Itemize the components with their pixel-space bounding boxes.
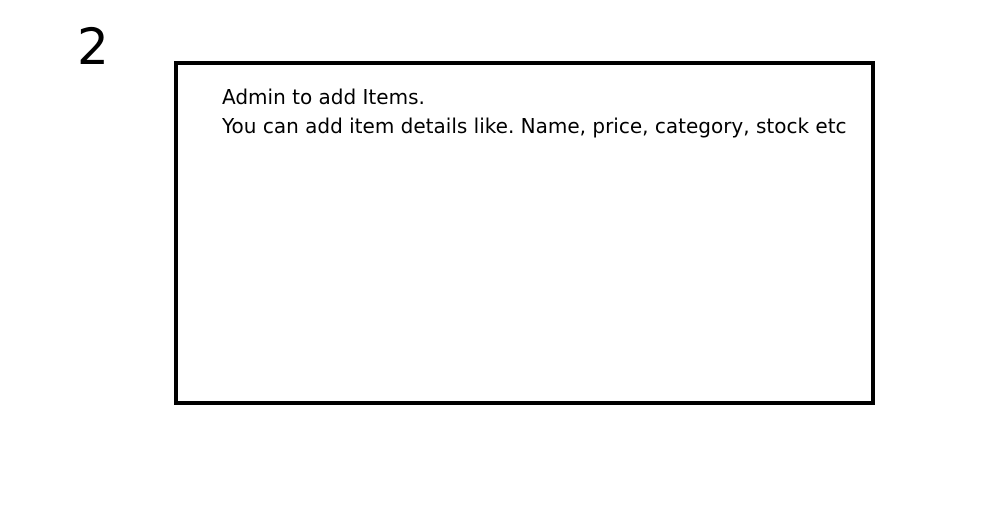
description-line-2: You can add item details like. Name, pri… (222, 114, 847, 138)
wireframe-box: Admin to add Items. You can add item det… (174, 61, 875, 405)
frame-description: Admin to add Items. You can add item det… (222, 83, 847, 141)
description-line-1: Admin to add Items. (222, 85, 425, 109)
step-number: 2 (77, 18, 109, 76)
